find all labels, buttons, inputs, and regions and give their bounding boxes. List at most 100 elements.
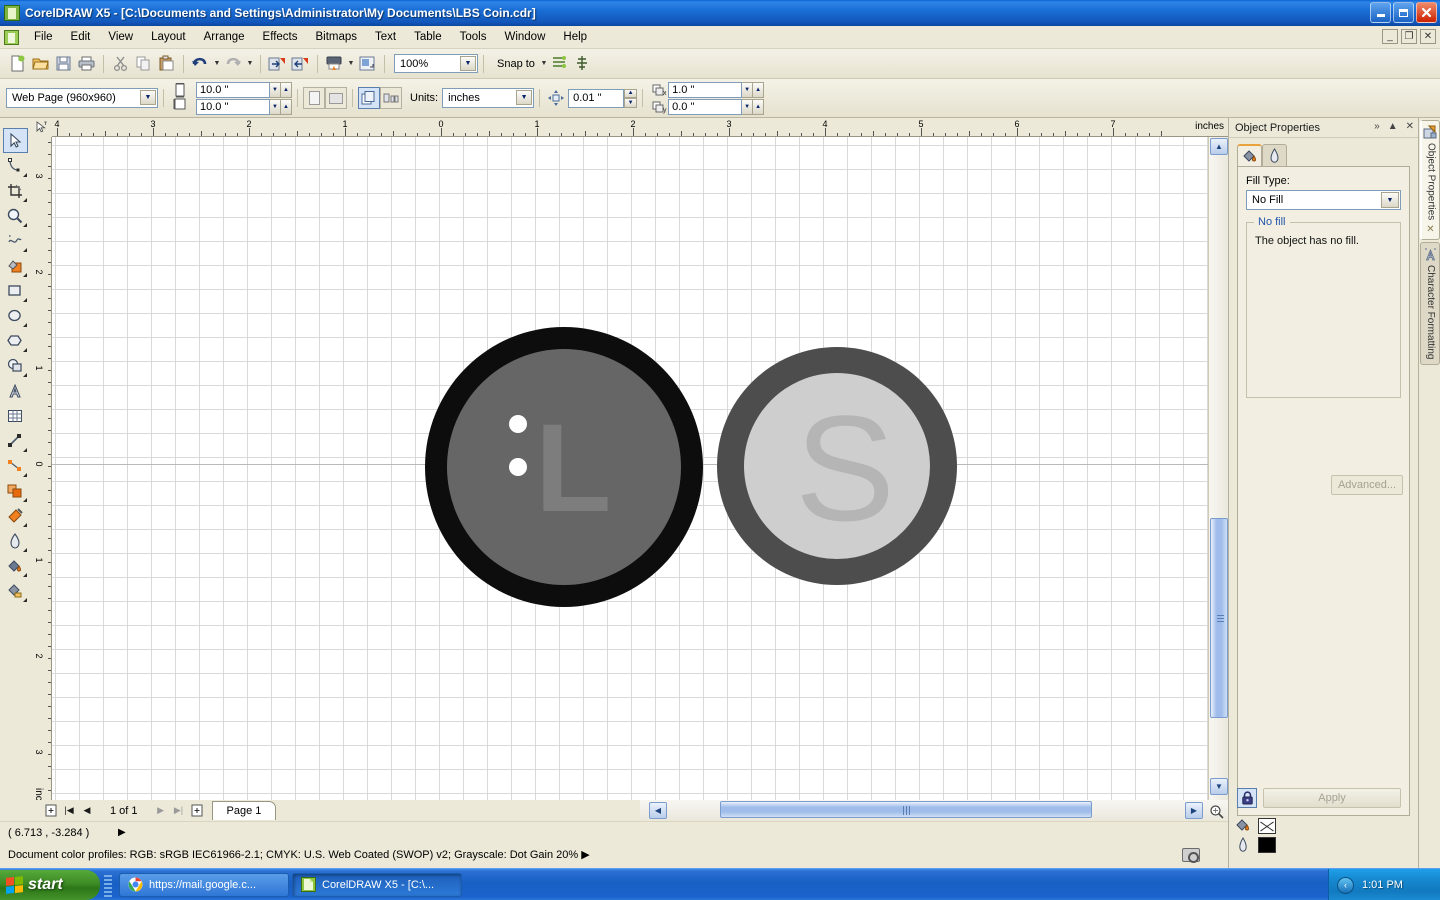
fill-type-dropdown-arrow[interactable]: ▼	[1381, 192, 1399, 208]
docker-expand-icon[interactable]: »	[1374, 121, 1380, 132]
pick-tool[interactable]	[3, 128, 28, 153]
flyout-arrow[interactable]	[23, 523, 27, 527]
color-eyedropper-tool[interactable]	[3, 503, 28, 528]
freehand-tool[interactable]	[3, 228, 28, 253]
cut-icon[interactable]	[109, 53, 131, 75]
menu-view[interactable]: View	[99, 28, 142, 46]
flyout-arrow[interactable]	[23, 498, 27, 502]
tray-expand-icon[interactable]: ‹	[1337, 877, 1354, 894]
redo-icon[interactable]	[222, 53, 244, 75]
page-height-decrement[interactable]: ▼	[270, 99, 281, 115]
side-tab-character-formatting[interactable]: Character Formatting	[1420, 242, 1440, 364]
add-page-before-button[interactable]	[42, 802, 60, 819]
snap-to-dropdown-arrow[interactable]: ▼	[539, 53, 549, 75]
portrait-orientation-button[interactable]	[303, 87, 325, 109]
vertical-scrollbar-thumb[interactable]	[1210, 518, 1228, 718]
save-icon[interactable]	[52, 53, 74, 75]
docker-collapse-icon[interactable]: ▲	[1388, 121, 1398, 132]
polygon-tool[interactable]	[3, 328, 28, 353]
outline-tool[interactable]	[3, 528, 28, 553]
fill-color-swatch-none[interactable]	[1258, 818, 1276, 834]
apply-button[interactable]: Apply	[1263, 788, 1401, 808]
duplicate-y-increment[interactable]: ▲	[753, 99, 764, 115]
previous-page-button[interactable]: ◀	[78, 802, 96, 819]
smart-fill-tool[interactable]	[3, 253, 28, 278]
page-preset-combo[interactable]: Web Page (960x960) ▼	[6, 88, 158, 108]
page-width-input[interactable]: 10.0 "	[196, 82, 270, 98]
menu-table[interactable]: Table	[405, 28, 451, 46]
page-width-decrement[interactable]: ▼	[270, 82, 281, 98]
flyout-arrow[interactable]	[23, 173, 27, 177]
crop-tool[interactable]	[3, 178, 28, 203]
blend-tool[interactable]	[3, 478, 28, 503]
ruler-origin-button[interactable]	[30, 118, 52, 137]
fill-tab[interactable]	[1237, 144, 1262, 166]
add-page-after-button[interactable]	[188, 802, 206, 819]
scroll-down-button[interactable]: ▼	[1210, 778, 1228, 795]
all-pages-button[interactable]	[358, 87, 380, 109]
page-tab-page1[interactable]: Page 1	[212, 801, 277, 820]
page-height-increment[interactable]: ▲	[281, 99, 292, 115]
scroll-up-button[interactable]: ▲	[1210, 138, 1228, 155]
units-dropdown-arrow[interactable]: ▼	[516, 90, 532, 105]
flyout-arrow[interactable]	[23, 548, 27, 552]
horizontal-scrollbar-thumb[interactable]	[720, 801, 1092, 818]
mdi-close-button[interactable]: ✕	[1420, 29, 1436, 44]
mdi-restore-button[interactable]: ❐	[1401, 29, 1417, 44]
screen-capture-icon[interactable]	[1182, 848, 1200, 862]
duplicate-x-input[interactable]: 1.0 "	[668, 82, 742, 98]
side-tab-close-icon[interactable]: ✕	[1426, 224, 1434, 235]
page-width-increment[interactable]: ▲	[281, 82, 292, 98]
nudge-decrement[interactable]: ▼	[624, 98, 637, 108]
flyout-arrow[interactable]	[23, 273, 27, 277]
application-launcher-icon[interactable]	[356, 53, 378, 75]
flyout-arrow[interactable]	[23, 348, 27, 352]
pdf-dropdown-arrow[interactable]: ▼	[346, 53, 356, 75]
next-page-button[interactable]: ▶	[152, 802, 170, 819]
lock-icon[interactable]	[1237, 788, 1257, 808]
horizontal-ruler[interactable]: inches 432101234567	[30, 118, 1228, 137]
menu-help[interactable]: Help	[554, 28, 596, 46]
restore-button[interactable]	[1393, 2, 1414, 23]
text-tool[interactable]	[3, 378, 28, 403]
landscape-orientation-button[interactable]	[325, 87, 347, 109]
vertical-ruler[interactable]: inches 3210123	[30, 137, 52, 820]
minimize-button[interactable]	[1370, 2, 1391, 23]
flyout-arrow[interactable]	[23, 598, 27, 602]
side-tab-object-properties[interactable]: Object Properties ✕	[1420, 120, 1440, 240]
redo-dropdown-arrow[interactable]: ▼	[245, 53, 255, 75]
fill-type-combo[interactable]: No Fill ▼	[1246, 190, 1401, 210]
interactive-fill-tool[interactable]	[3, 578, 28, 603]
flyout-arrow[interactable]	[23, 323, 27, 327]
zoom-to-page-icon-h[interactable]	[1207, 803, 1225, 820]
nudge-increment[interactable]: ▲	[624, 89, 637, 99]
page-height-input[interactable]: 10.0 "	[196, 99, 270, 115]
taskbar-button-chrome[interactable]: https://mail.google.c...	[119, 873, 289, 897]
zoom-level-combo[interactable]: 100% ▼	[394, 54, 478, 73]
scroll-left-button[interactable]: ◀	[649, 802, 667, 819]
undo-icon[interactable]	[189, 53, 211, 75]
flyout-arrow[interactable]	[23, 473, 27, 477]
shape-tool[interactable]	[3, 153, 28, 178]
menu-window[interactable]: Window	[495, 28, 554, 46]
menu-tools[interactable]: Tools	[451, 28, 496, 46]
object-manager-icon[interactable]	[572, 53, 594, 75]
table-tool[interactable]	[3, 403, 28, 428]
vertical-scrollbar[interactable]: ▲ ▼	[1208, 137, 1228, 820]
outline-tab[interactable]	[1262, 144, 1287, 166]
coin-l-object[interactable]: L	[425, 327, 703, 607]
scroll-right-button[interactable]: ▶	[1185, 802, 1203, 819]
publish-pdf-icon[interactable]	[323, 53, 345, 75]
menu-file[interactable]: File	[25, 28, 62, 46]
docker-close-icon[interactable]: ✕	[1406, 121, 1414, 132]
new-document-icon[interactable]	[6, 53, 28, 75]
taskbar-clock[interactable]: 1:01 PM	[1362, 879, 1403, 891]
flyout-arrow[interactable]	[23, 373, 27, 377]
flyout-arrow[interactable]	[23, 573, 27, 577]
taskbar-grip[interactable]	[104, 873, 112, 897]
print-icon[interactable]	[75, 53, 97, 75]
units-combo[interactable]: inches ▼	[442, 88, 534, 108]
close-button[interactable]	[1416, 2, 1437, 23]
drawing-canvas[interactable]: L S	[52, 137, 1208, 820]
color-profiles-expand-arrow[interactable]: ▶	[581, 849, 589, 861]
